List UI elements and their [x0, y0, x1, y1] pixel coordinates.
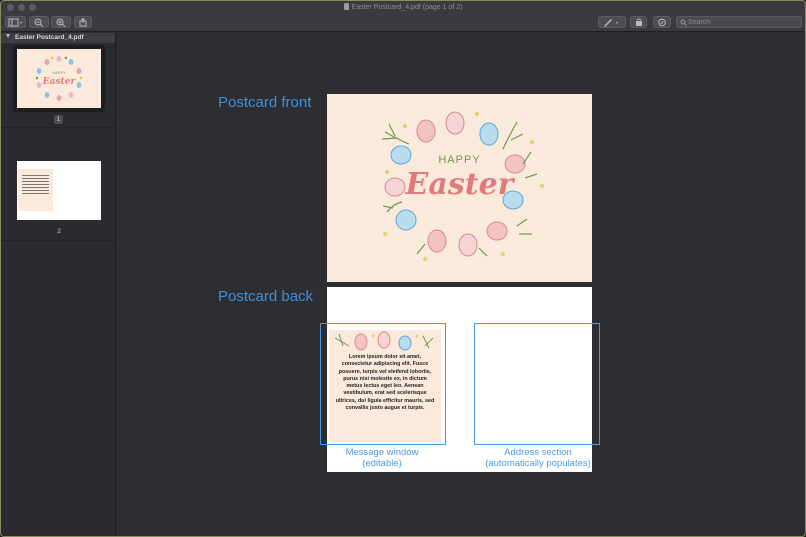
page-number-1: 1: [54, 115, 63, 124]
page-1-preview: HAPPY Easter: [17, 49, 101, 108]
thumbnail-sidebar: Easter Postcard_4.pdf HAPPY Easter 1 2: [1, 33, 116, 536]
address-section-outline: [474, 323, 600, 445]
sidebar-divider: [1, 240, 115, 241]
address-caption-line2: (automatically populates): [485, 458, 591, 469]
share-icon: [79, 18, 87, 27]
postcard-front-page: HAPPY Easter: [327, 94, 592, 282]
share-button[interactable]: [74, 16, 92, 28]
page-number-2: 2: [57, 228, 61, 235]
search-input[interactable]: [688, 18, 796, 27]
search-field[interactable]: [676, 16, 802, 28]
address-section-caption: Address section (automatically populates…: [475, 447, 601, 469]
zoom-in-button[interactable]: [51, 16, 71, 28]
document-name: Easter Postcard_4.pdf: [351, 4, 421, 11]
search-icon: [680, 19, 687, 26]
page-2-message-preview: [18, 169, 53, 211]
markup-circle-icon: [658, 18, 666, 27]
page-thumbnail-2[interactable]: [17, 161, 101, 220]
thumbnail-wreath-illustration: HAPPY Easter: [35, 56, 83, 101]
address-caption-line1: Address section: [504, 447, 572, 458]
rotate-button[interactable]: [630, 16, 647, 28]
sidebar-document-name: Easter Postcard_4.pdf: [15, 34, 84, 41]
pdf-document-icon: [343, 3, 349, 10]
thumbnail-easter-text: Easter: [42, 77, 77, 87]
title-bar: Easter Postcard_4.pdf (page 1 of 2): [1, 1, 805, 15]
page-indicator: (page 1 of 2): [422, 4, 463, 11]
message-caption-line2: (editable): [362, 458, 402, 469]
happy-heading: HAPPY: [438, 154, 481, 166]
markup-toolbar-button[interactable]: [653, 16, 671, 28]
postcard-back-label: Postcard back: [218, 288, 314, 305]
toolbar: [1, 15, 805, 32]
easter-heading: Easter: [405, 167, 514, 202]
sidebar-icon: [8, 18, 22, 27]
sidebar-divider: [1, 127, 115, 128]
message-window-outline: [320, 323, 446, 445]
postcard-front-label: Postcard front: [218, 94, 312, 111]
page-thumbnail-1[interactable]: HAPPY Easter: [13, 45, 105, 112]
zoom-in-icon: [56, 18, 66, 27]
pen-icon: [604, 19, 618, 27]
zoom-out-icon: [34, 18, 44, 27]
svg-text:HAPPY: HAPPY: [52, 70, 66, 75]
window-title: Easter Postcard_4.pdf (page 1 of 2): [1, 3, 805, 11]
zoom-out-button[interactable]: [29, 16, 49, 28]
sidebar-toggle-button[interactable]: [5, 16, 26, 28]
message-caption-line1: Message window: [345, 447, 419, 458]
markup-pen-button[interactable]: [598, 16, 626, 28]
rotate-icon: [635, 18, 642, 26]
sidebar-document-header[interactable]: Easter Postcard_4.pdf: [1, 33, 115, 43]
message-window-caption: Message window (editable): [321, 447, 443, 469]
preview-window: Easter Postcard_4.pdf (page 1 of 2) Sear…: [0, 0, 806, 537]
disclosure-triangle-icon[interactable]: [6, 34, 10, 38]
